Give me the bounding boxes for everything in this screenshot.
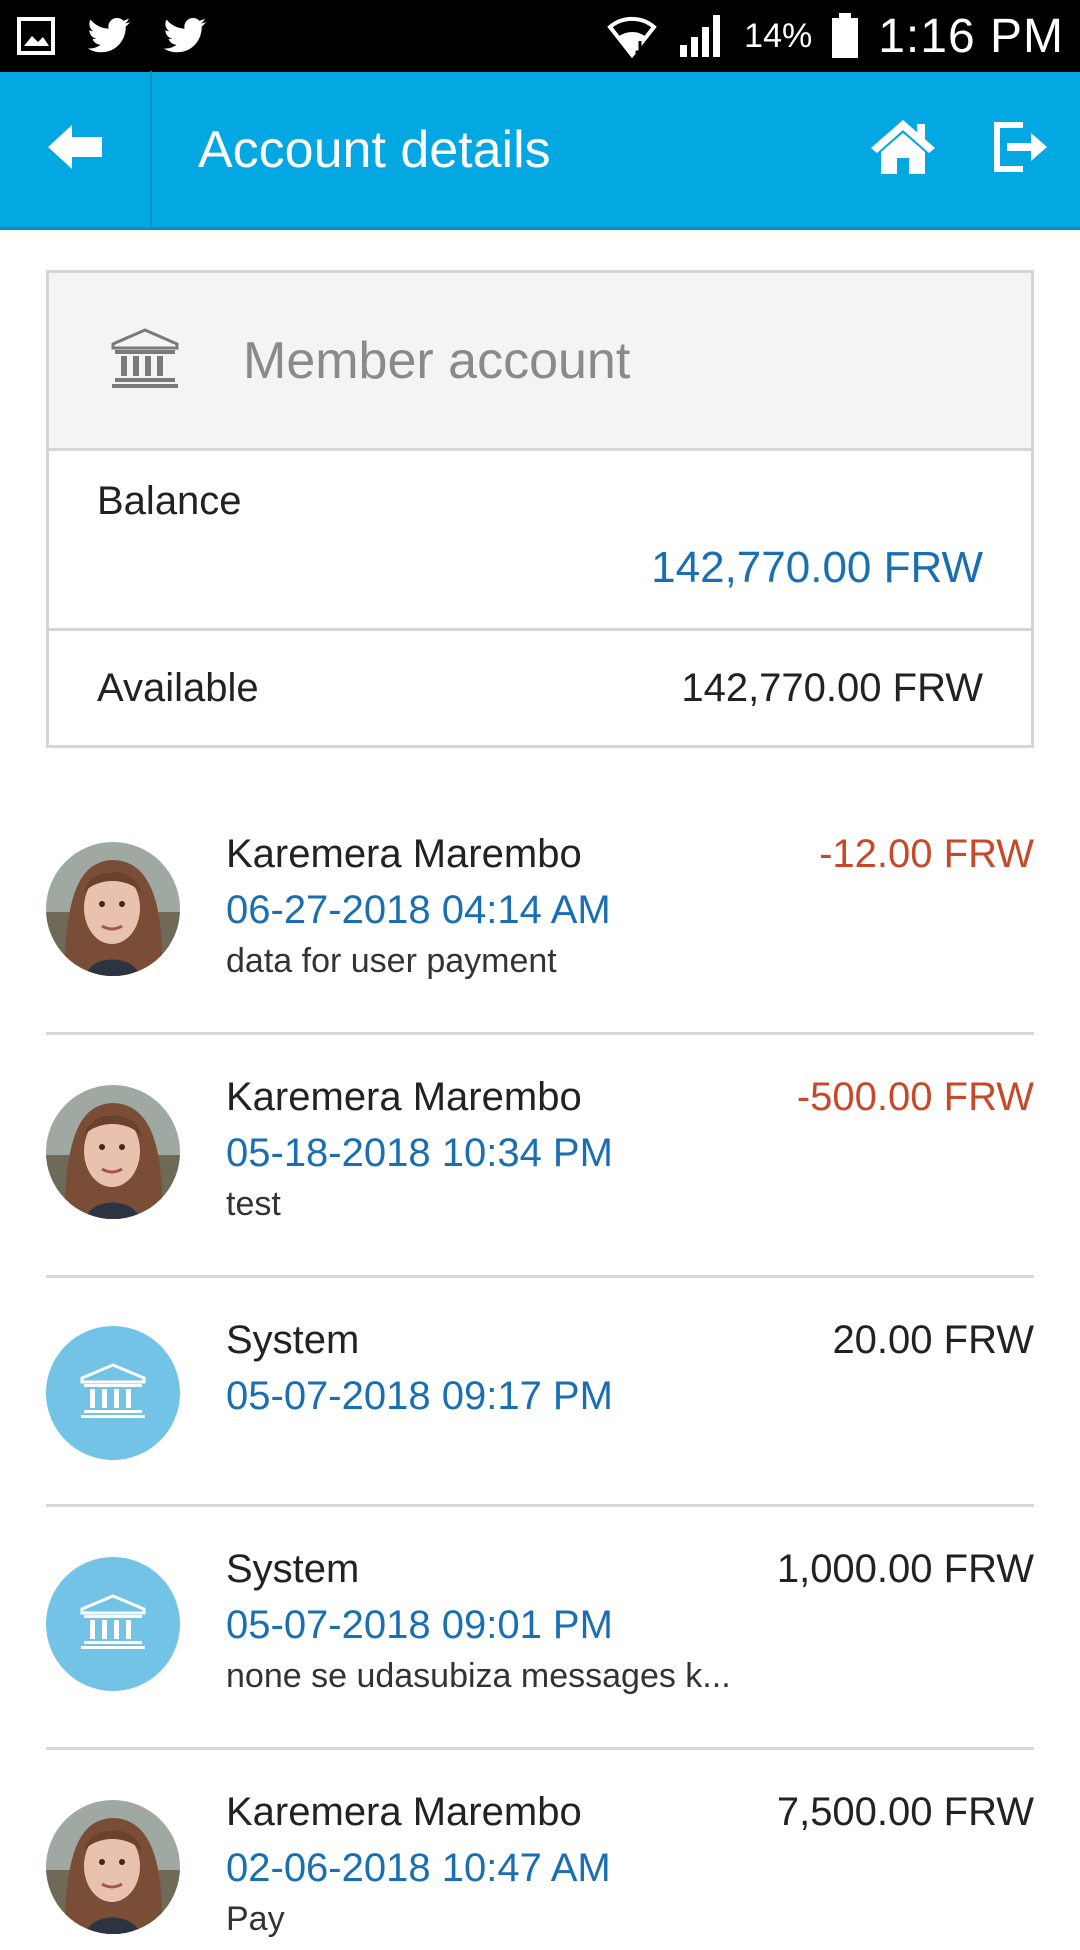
logout-icon <box>993 121 1049 178</box>
avatar <box>46 1800 180 1934</box>
page-title: Account details <box>198 120 551 179</box>
transaction-description: test <box>226 1185 281 1223</box>
back-button[interactable] <box>0 70 152 229</box>
list-item[interactable]: Karemera Marembo 05-18-2018 10:34 PM tes… <box>46 1035 1034 1278</box>
logout-button[interactable] <box>962 71 1080 229</box>
transaction-amount: -12.00 FRW <box>819 832 1034 876</box>
home-icon <box>869 118 937 181</box>
status-time: 1:16 PM <box>878 9 1064 63</box>
avatar <box>46 842 180 976</box>
available-value: 142,770.00 FRW <box>681 665 983 710</box>
twitter-icon <box>162 16 208 56</box>
account-type-label: Member account <box>243 331 631 390</box>
bank-icon <box>80 1593 146 1655</box>
status-bar: 14% 1:16 PM <box>0 0 1080 72</box>
list-item[interactable]: Karemera Marembo 06-27-2018 04:14 AM dat… <box>46 792 1034 1035</box>
avatar <box>46 1085 180 1219</box>
transaction-date: 05-07-2018 09:01 PM <box>226 1603 613 1647</box>
bank-icon <box>111 328 179 393</box>
balance-label: Balance <box>97 479 242 523</box>
available-label: Available <box>97 665 259 710</box>
twitter-icon <box>86 16 132 56</box>
list-item[interactable]: System 05-07-2018 09:01 PM none se udasu… <box>46 1507 1034 1750</box>
account-card: Member account Balance 142,770.00 FRW Av… <box>46 270 1034 748</box>
transaction-description: data for user payment <box>226 942 557 980</box>
transaction-date: 02-06-2018 10:47 AM <box>226 1846 611 1890</box>
battery-percent: 14% <box>744 16 813 55</box>
wifi-icon <box>606 11 658 61</box>
signal-icon <box>676 13 726 59</box>
battery-icon <box>830 12 860 60</box>
account-header: Member account <box>49 273 1031 451</box>
transaction-amount: 7,500.00 FRW <box>776 1790 1034 1834</box>
transaction-date: 06-27-2018 04:14 AM <box>226 888 611 932</box>
available-row: Available 142,770.00 FRW <box>49 631 1031 745</box>
transaction-name: Karemera Marembo <box>226 1790 582 1834</box>
transaction-amount: 1,000.00 FRW <box>776 1547 1034 1591</box>
back-arrow-icon <box>46 123 104 176</box>
list-item[interactable]: System 05-07-2018 09:17 PM 20.00 FRW <box>46 1278 1034 1507</box>
transaction-amount: -500.00 FRW <box>796 1075 1034 1119</box>
transaction-name: Karemera Marembo <box>226 832 582 876</box>
transaction-date: 05-18-2018 10:34 PM <box>226 1131 613 1175</box>
transaction-name: Karemera Marembo <box>226 1075 582 1119</box>
bank-icon <box>80 1362 146 1424</box>
list-item[interactable]: Karemera Marembo 02-06-2018 10:47 AM Pay… <box>46 1750 1034 1950</box>
avatar <box>46 1557 180 1691</box>
balance-row: Balance 142,770.00 FRW <box>49 451 1031 631</box>
gallery-icon <box>16 16 56 56</box>
avatar <box>46 1326 180 1460</box>
home-button[interactable] <box>844 71 962 229</box>
transaction-description: none se udasubiza messages k... <box>226 1657 731 1695</box>
transaction-name: System <box>226 1547 360 1591</box>
transaction-name: System <box>226 1318 360 1362</box>
transaction-amount: 20.00 FRW <box>832 1318 1034 1362</box>
balance-value: 142,770.00 FRW <box>651 543 983 592</box>
transaction-date: 05-07-2018 09:17 PM <box>226 1374 613 1418</box>
transaction-list: Karemera Marembo 06-27-2018 04:14 AM dat… <box>46 792 1034 1950</box>
app-bar: Account details <box>0 70 1080 230</box>
